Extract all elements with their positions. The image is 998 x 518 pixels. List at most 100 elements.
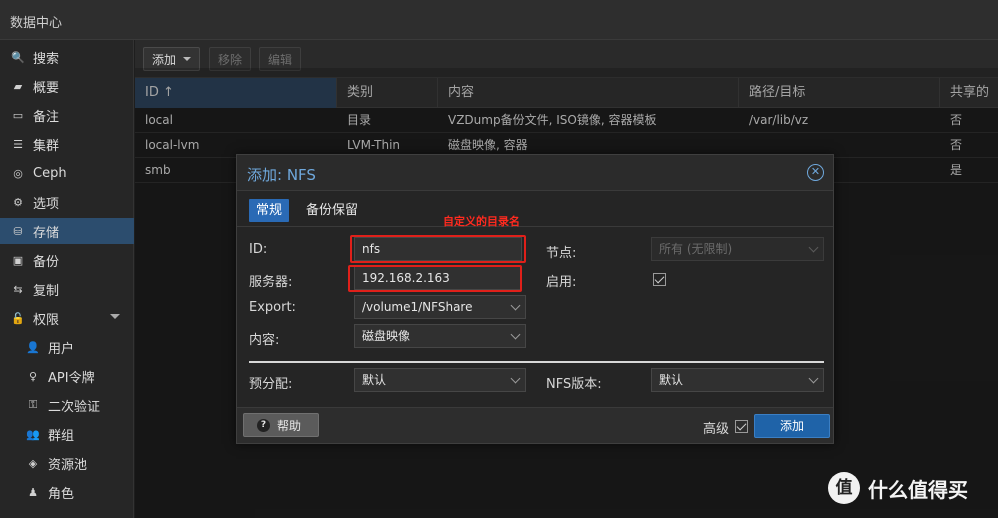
retweet-icon: ⇆ [13, 282, 23, 296]
sidebar: 🔍 搜索 ▰ 概要 ▭ 备注 ☰ 集群 ◎ Ceph ⚙ 选项 ⛁ 存储 ▣ 备… [0, 40, 134, 518]
sidebar-item-replication[interactable]: ⇆ 复制 [0, 276, 134, 302]
sidebar-item-label: API令牌 [48, 370, 95, 386]
sidebar-item-roles[interactable]: ♟ 角色 [0, 479, 134, 505]
group-icon: 👥 [26, 427, 40, 441]
highlight-box [350, 235, 526, 263]
content-value: 磁盘映像 [362, 329, 411, 343]
close-icon[interactable]: ✕ [807, 164, 824, 181]
question-circle-icon: ? [257, 418, 270, 432]
content-select[interactable]: 磁盘映像 [354, 324, 526, 348]
enable-checkbox[interactable] [653, 273, 666, 286]
token-icon: ♀ [28, 369, 38, 383]
sidebar-item-label: 资源池 [48, 457, 88, 473]
watermark: 值 什么值得买 [828, 472, 968, 504]
confirm-add-button[interactable]: 添加 [754, 414, 830, 438]
sidebar-item-pools[interactable]: ◈ 资源池 [0, 450, 134, 476]
sidebar-item-label: 选项 [33, 196, 60, 212]
sidebar-item-options[interactable]: ⚙ 选项 [0, 189, 134, 215]
datacenter-title: 数据中心 [10, 16, 63, 31]
chevron-down-icon [183, 57, 192, 61]
server-icon: ☰ [13, 137, 23, 151]
sidebar-item-groups[interactable]: 👥 群组 [0, 421, 134, 447]
nfs-version-label: NFS版本: [546, 377, 602, 392]
search-icon: 🔍 [11, 50, 25, 64]
add-button-label: 添加 [152, 52, 177, 67]
preallocation-select[interactable]: 默认 [354, 368, 526, 392]
content-label: 内容: [249, 333, 280, 348]
sidebar-item-label: 概要 [33, 80, 60, 96]
unlock-icon: 🔓 [11, 311, 25, 325]
sidebar-item-cluster[interactable]: ☰ 集群 [0, 131, 134, 157]
sidebar-item-users[interactable]: 👤 用户 [0, 334, 134, 360]
gear-icon: ⚙ [13, 195, 23, 209]
add-nfs-dialog: 添加: NFS ✕ 常规 备份保留 自定义的目录名 ID: nfs 服务器: 1… [236, 154, 834, 444]
server-label: 服务器: [249, 275, 293, 290]
sidebar-item-label: 二次验证 [48, 399, 101, 415]
sidebar-item-label: 用户 [48, 341, 75, 357]
dialog-tabs: 常规 备份保留 [237, 191, 833, 227]
key-icon: ⚿ [28, 398, 38, 411]
floppy-icon: ▣ [12, 253, 24, 267]
sidebar-item-ceph[interactable]: ◎ Ceph [0, 160, 134, 186]
sidebar-item-label: 搜索 [33, 51, 60, 67]
watermark-text: 什么值得买 [868, 477, 968, 502]
node-label: 节点: [546, 246, 577, 261]
sidebar-item-label: 群组 [48, 428, 75, 444]
help-button-label: 帮助 [277, 418, 302, 433]
user-icon: 👤 [26, 340, 40, 354]
sidebar-item-summary[interactable]: ▰ 概要 [0, 73, 134, 99]
export-select[interactable]: /volume1/NFShare [354, 295, 526, 319]
sidebar-item-label: 复制 [33, 283, 60, 299]
top-bar: 数据中心 [0, 0, 998, 40]
annotation-text: 自定义的目录名 [443, 215, 520, 228]
dialog-footer: ? 帮助 高级 添加 [237, 407, 833, 443]
smzdm-logo-icon: 值 [828, 472, 860, 504]
sidebar-item-label: Ceph [33, 165, 67, 181]
node-value: 所有 (无限制) [659, 242, 733, 256]
preallocation-label: 预分配: [249, 377, 293, 392]
tab-backup-retention[interactable]: 备份保留 [299, 199, 365, 222]
nfs-version-select[interactable]: 默认 [651, 368, 824, 392]
advanced-checkbox[interactable] [735, 420, 748, 433]
collapse-caret-icon[interactable] [110, 314, 120, 319]
sidebar-item-api-tokens[interactable]: ♀ API令牌 [0, 363, 134, 389]
preallocation-value: 默认 [362, 373, 387, 387]
dialog-title: 添加: NFS [247, 166, 316, 184]
edit-button-label: 编辑 [268, 52, 293, 67]
nfs-version-value: 默认 [659, 373, 684, 387]
advanced-label: 高级 [703, 422, 730, 437]
highlight-box [348, 265, 522, 292]
sidebar-item-backup[interactable]: ▣ 备份 [0, 247, 134, 273]
sidebar-item-label: 角色 [48, 486, 75, 502]
sidebar-item-notes[interactable]: ▭ 备注 [0, 102, 134, 128]
tags-icon: ◈ [28, 456, 38, 470]
chevron-down-icon[interactable] [510, 373, 521, 384]
section-divider [249, 361, 824, 363]
remove-button-label: 移除 [218, 52, 243, 67]
database-icon: ⛁ [13, 224, 23, 238]
export-label: Export: [249, 300, 296, 315]
sidebar-item-two-factor[interactable]: ⚿ 二次验证 [0, 392, 134, 418]
tab-general[interactable]: 常规 [249, 199, 290, 222]
id-label: ID: [249, 242, 268, 257]
sidebar-item-label: 权限 [33, 312, 60, 328]
note-icon: ▭ [12, 108, 24, 122]
help-button[interactable]: ? 帮助 [243, 413, 319, 437]
chevron-down-icon[interactable] [808, 373, 819, 384]
dialog-header: 添加: NFS ✕ [237, 155, 833, 191]
sidebar-item-label: 存储 [33, 225, 60, 241]
node-select[interactable]: 所有 (无限制) [651, 237, 824, 261]
sidebar-item-permissions[interactable]: 🔓 权限 [0, 305, 134, 331]
sidebar-item-label: 集群 [33, 138, 60, 154]
sidebar-item-label: 备注 [33, 109, 60, 125]
enable-label: 启用: [546, 275, 577, 290]
chevron-down-icon [808, 242, 819, 253]
sidebar-item-label: 备份 [33, 254, 60, 270]
sidebar-item-search[interactable]: 🔍 搜索 [0, 44, 134, 70]
chevron-down-icon[interactable] [510, 300, 521, 311]
ceph-icon: ◎ [13, 166, 23, 180]
book-icon: ▰ [13, 79, 23, 93]
chevron-down-icon[interactable] [510, 329, 521, 340]
sidebar-item-storage[interactable]: ⛁ 存储 [0, 218, 134, 244]
person-icon: ♟ [28, 485, 38, 499]
